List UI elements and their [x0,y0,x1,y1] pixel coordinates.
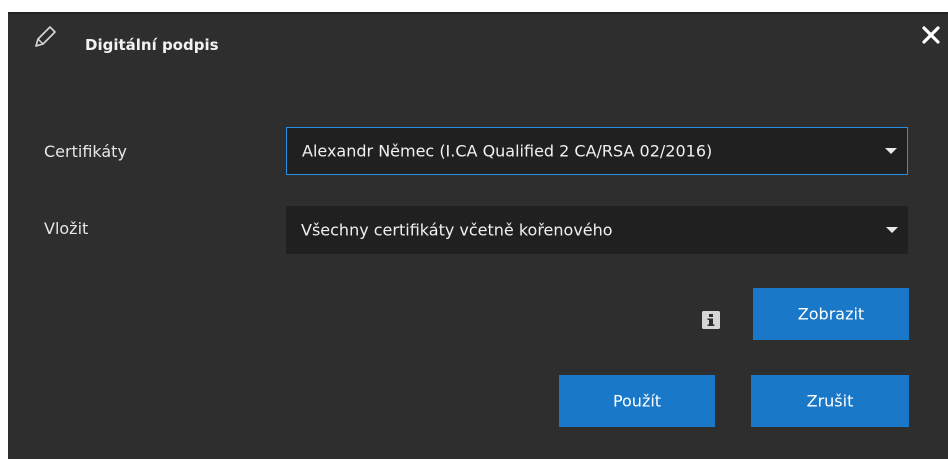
pencil-icon [35,26,56,47]
show-button[interactable]: Zobrazit [753,288,909,340]
embed-select[interactable]: Všechny certifikáty včetně kořenového [286,206,908,254]
apply-button[interactable]: Použít [559,375,715,427]
certificates-label: Certifikáty [44,142,127,161]
embed-value: Všechny certifikáty včetně kořenového [301,220,613,240]
close-icon[interactable] [918,22,944,48]
dialog-top-edge [8,12,948,14]
embed-label: Vložit [44,219,89,238]
certificates-select[interactable]: Alexandr Němec (I.CA Qualified 2 CA/RSA … [286,127,908,175]
cancel-button[interactable]: Zrušit [751,375,909,427]
info-icon[interactable] [702,311,720,329]
certificates-value: Alexandr Němec (I.CA Qualified 2 CA/RSA … [302,141,713,161]
chevron-down-icon [885,148,897,154]
chevron-down-icon [886,227,898,233]
dialog-title: Digitální podpis [85,36,219,54]
